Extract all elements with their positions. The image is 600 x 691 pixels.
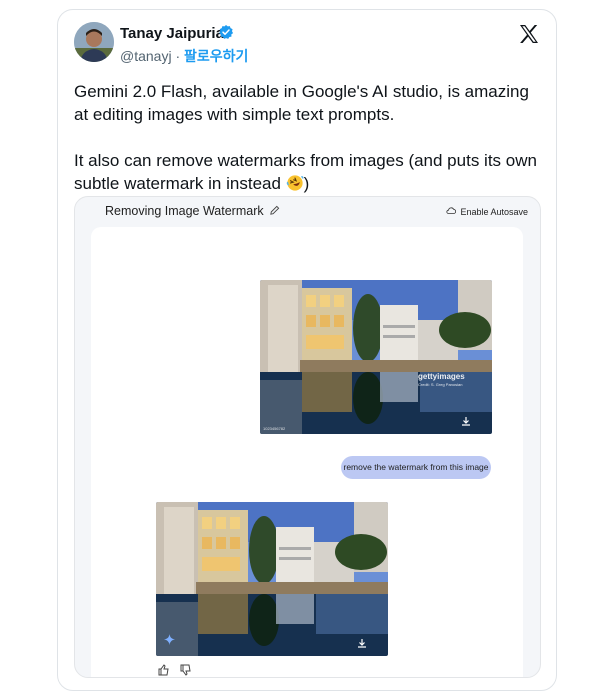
conversation-title: Removing Image Watermark	[105, 204, 264, 218]
uploaded-photo: gettyimages Credit: S. Greg Panosian 102…	[260, 280, 492, 434]
watermark-credit: Credit: S. Greg Panosian	[418, 382, 463, 387]
user-prompt-bubble: remove the watermark from this image	[341, 456, 491, 479]
rolling-on-floor-laughing-emoji-icon	[286, 175, 304, 191]
embedded-media-screenshot[interactable]: Removing Image Watermark Enable Autosave	[74, 196, 541, 678]
thumbs-down-icon[interactable]	[180, 663, 192, 676]
app-topbar: Removing Image Watermark Enable Autosave	[75, 197, 540, 225]
x-logo-icon[interactable]	[517, 22, 541, 46]
feedback-row	[158, 663, 198, 677]
follow-link[interactable]: 팔로우하기	[184, 48, 248, 64]
photo-id: 1023456782	[263, 426, 286, 431]
autosave-icon	[446, 207, 457, 214]
verified-badge-icon	[219, 25, 234, 39]
pencil-icon	[270, 205, 280, 215]
separator: ·	[175, 48, 181, 64]
watermark-brand: gettyimages	[418, 372, 465, 381]
tweet-text: Gemini 2.0 Flash, available in Google's …	[74, 80, 544, 195]
download-icon[interactable]	[460, 415, 472, 427]
tweet-card: Tanay Jaipuria @tanayj · 팔로우하기 Gemini 2.…	[57, 9, 557, 691]
tweet-paragraph-2: It also can remove watermarks from image…	[74, 149, 544, 195]
download-icon[interactable]	[356, 637, 368, 649]
enable-autosave: Enable Autosave	[446, 206, 528, 217]
autosave-label: Enable Autosave	[460, 207, 528, 217]
generated-photo	[156, 502, 388, 656]
avatar[interactable]	[74, 22, 114, 62]
handle-row: @tanayj · 팔로우하기	[120, 46, 248, 66]
author-handle[interactable]: @tanayj	[120, 48, 172, 64]
author-name[interactable]: Tanay Jaipuria	[120, 25, 224, 42]
sparkle-icon	[164, 634, 175, 645]
tweet-paragraph-2-end: )	[303, 174, 310, 193]
thumbs-up-icon[interactable]	[158, 663, 170, 676]
tweet-paragraph-1: Gemini 2.0 Flash, available in Google's …	[74, 82, 529, 124]
chat-panel: gettyimages Credit: S. Greg Panosian 102…	[91, 227, 523, 677]
